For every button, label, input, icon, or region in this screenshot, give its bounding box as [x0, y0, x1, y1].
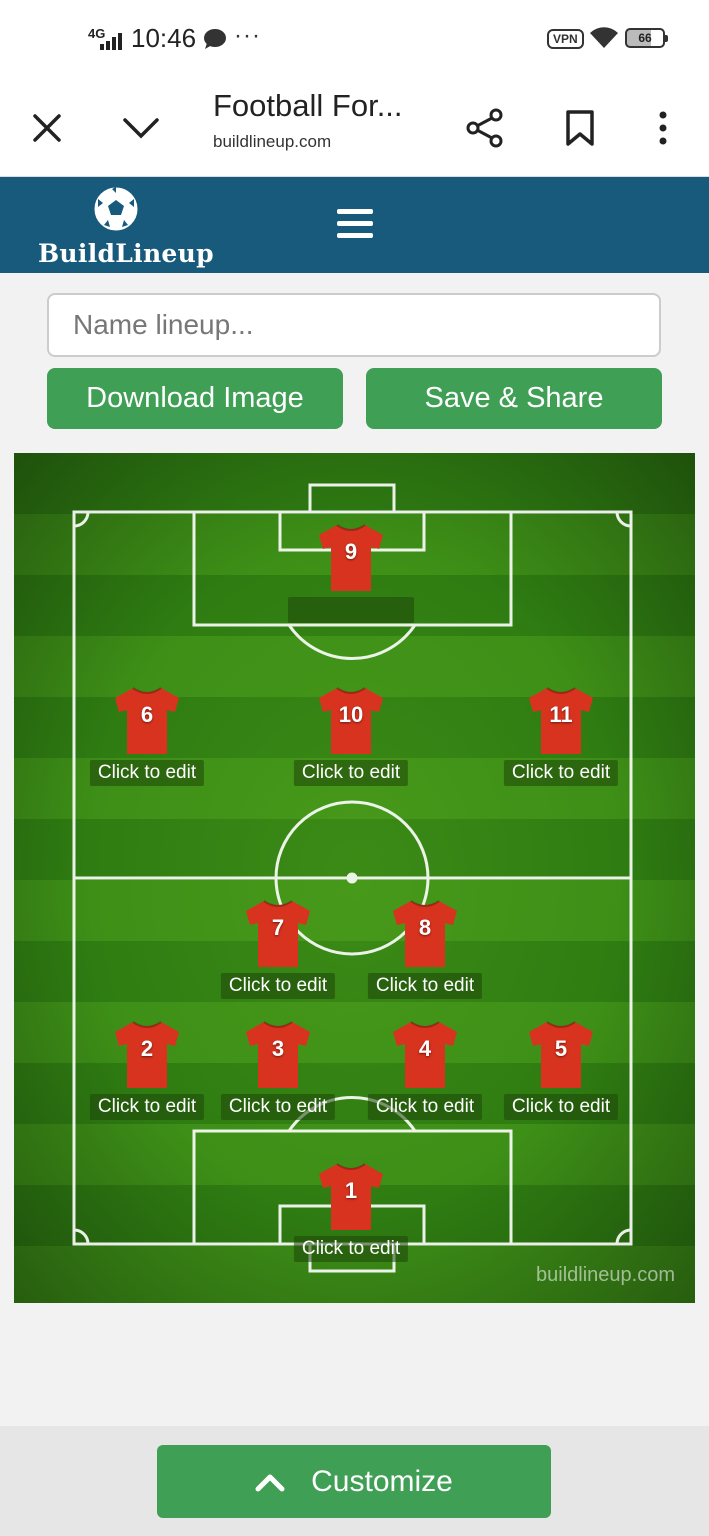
vpn-badge: VPN: [547, 29, 584, 49]
bottom-bar: Customize: [0, 1426, 709, 1536]
player-label[interactable]: Click to edit: [89, 760, 205, 786]
player-marker[interactable]: 10 Click to edit: [286, 686, 416, 786]
player-label[interactable]: Click to edit: [220, 1094, 336, 1120]
player-label[interactable]: Click to edit: [503, 760, 619, 786]
player-label[interactable]: Click to edit: [293, 1236, 409, 1262]
player-number: 6: [140, 702, 154, 727]
player-label[interactable]: Click to edit: [293, 760, 409, 786]
player-marker[interactable]: 6 Click to edit: [82, 686, 212, 786]
player-marker[interactable]: 8 Click to edit: [360, 899, 490, 999]
player-marker[interactable]: 11 Click to edit: [496, 686, 626, 786]
player-label[interactable]: [288, 597, 414, 623]
customize-label: Customize: [311, 1464, 453, 1498]
player-number: 1: [344, 1178, 358, 1203]
more-notifications-icon: ···: [234, 22, 261, 49]
message-icon: [204, 29, 226, 49]
page-url: buildlineup.com: [213, 132, 332, 151]
player-number: 3: [271, 1036, 285, 1061]
player-marker[interactable]: 1 Click to edit: [286, 1162, 416, 1262]
chevron-up-icon: [255, 1474, 285, 1491]
player-number: 10: [338, 702, 364, 727]
share-icon[interactable]: [462, 80, 508, 176]
player-number: 8: [418, 915, 432, 940]
player-number: 4: [418, 1036, 432, 1061]
save-share-button[interactable]: Save & Share: [366, 368, 662, 429]
player-marker[interactable]: 9: [286, 523, 416, 623]
battery-icon: 66: [625, 28, 668, 48]
wifi-icon: [590, 27, 618, 48]
lineup-name-input[interactable]: [47, 293, 661, 357]
status-bar: 4G 10:46 ··· VPN 66: [0, 0, 709, 80]
player-label[interactable]: Click to edit: [220, 973, 336, 999]
page-title: Football For...: [213, 88, 403, 123]
player-marker[interactable]: 2 Click to edit: [82, 1020, 212, 1120]
pitch-watermark: buildlineup.com: [536, 1264, 675, 1286]
formation-pitch: 9 6 Click to edit 10 Click to edit 11 Click to…: [14, 453, 695, 1303]
player-marker[interactable]: 5 Click to edit: [496, 1020, 626, 1120]
clock: 10:46: [131, 23, 197, 53]
player-number: 11: [549, 702, 573, 727]
player-number: 5: [554, 1036, 568, 1061]
player-label[interactable]: Click to edit: [367, 1094, 483, 1120]
signal-icon: [100, 33, 122, 50]
download-image-button[interactable]: Download Image: [47, 368, 343, 429]
player-number: 2: [140, 1036, 154, 1061]
more-vert-icon[interactable]: [640, 80, 686, 176]
player-marker[interactable]: 7 Click to edit: [213, 899, 343, 999]
site-logo[interactable]: BuildLineup: [38, 239, 214, 268]
site-header: BuildLineup: [0, 177, 709, 273]
player-label[interactable]: Click to edit: [367, 973, 483, 999]
bookmark-icon[interactable]: [557, 80, 603, 176]
menu-icon[interactable]: [337, 209, 373, 239]
browser-toolbar: Football For... buildlineup.com: [0, 80, 709, 177]
player-number: 9: [344, 539, 358, 564]
player-label[interactable]: Click to edit: [503, 1094, 619, 1120]
close-icon[interactable]: [24, 80, 70, 176]
chevron-down-icon[interactable]: [118, 80, 164, 176]
soccer-ball-icon[interactable]: [92, 185, 140, 233]
customize-button[interactable]: Customize: [157, 1445, 551, 1518]
player-marker[interactable]: 4 Click to edit: [360, 1020, 490, 1120]
player-number: 7: [271, 915, 285, 940]
player-label[interactable]: Click to edit: [89, 1094, 205, 1120]
player-marker[interactable]: 3 Click to edit: [213, 1020, 343, 1120]
